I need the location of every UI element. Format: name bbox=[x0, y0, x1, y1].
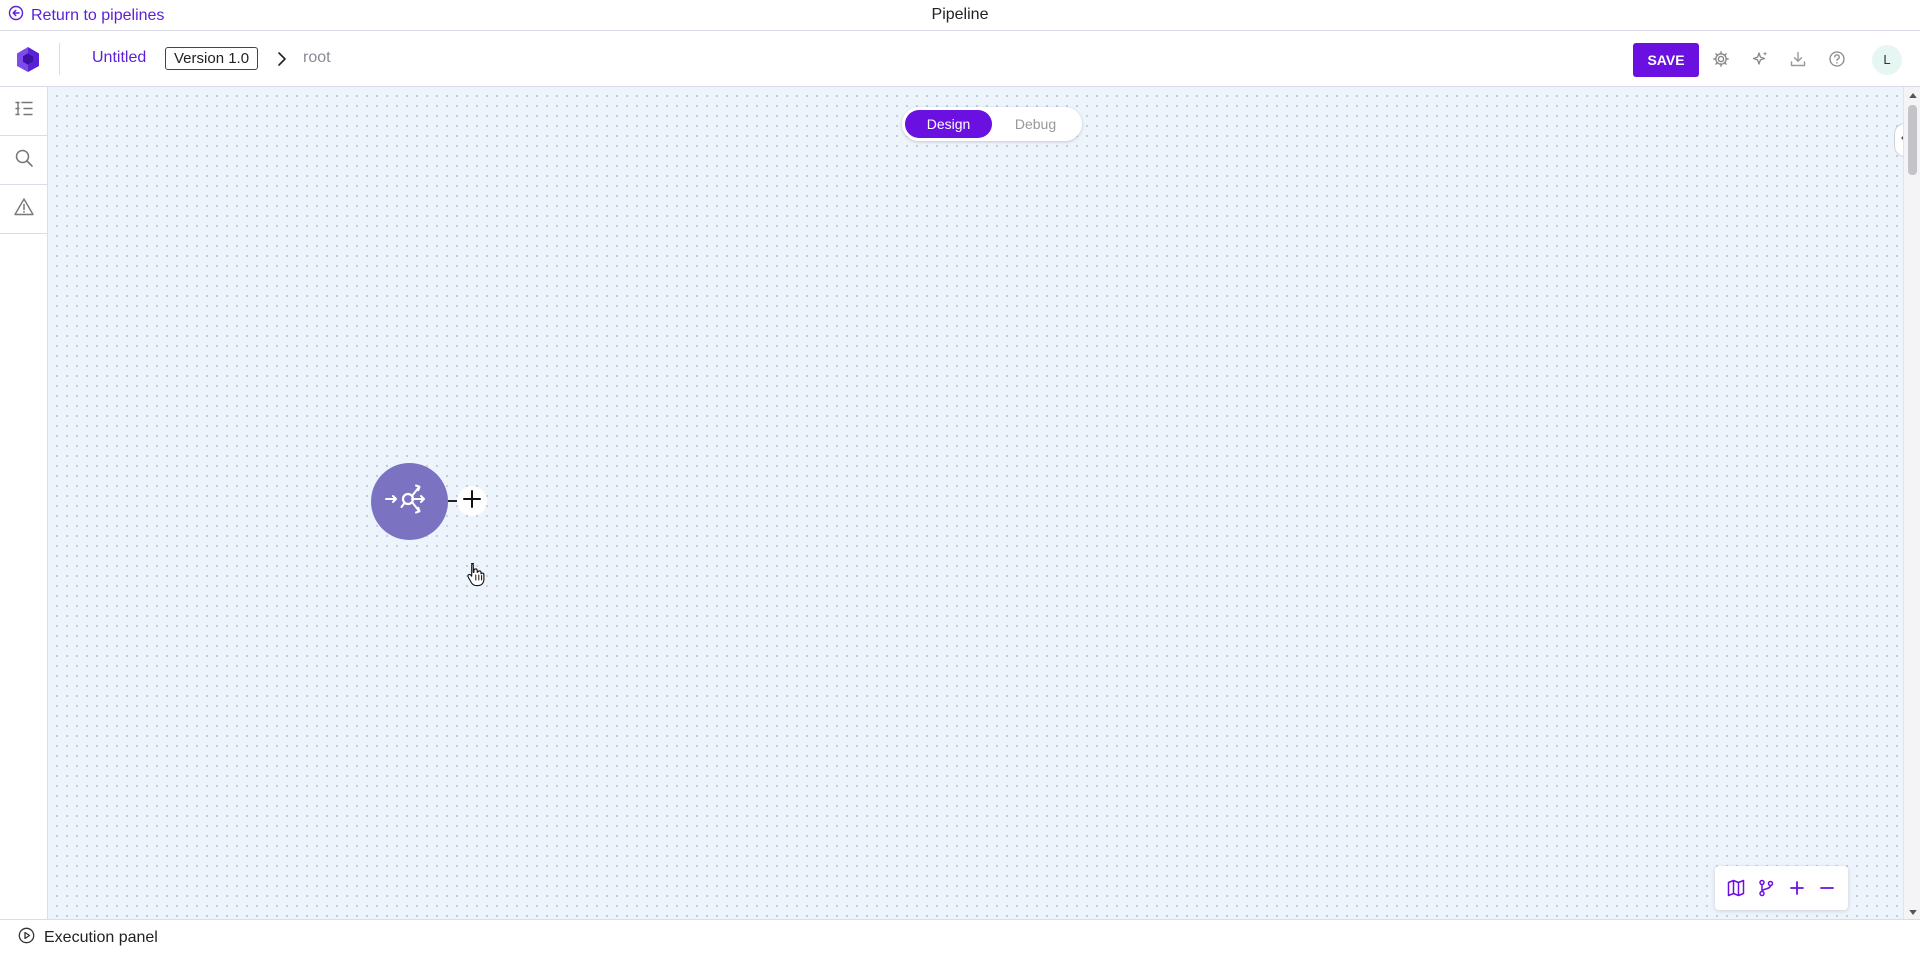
hand-cursor-icon bbox=[465, 561, 485, 587]
map-icon[interactable] bbox=[1723, 875, 1749, 901]
pipeline-name[interactable]: Untitled bbox=[92, 49, 146, 67]
outline-button[interactable] bbox=[0, 87, 48, 136]
warning-icon bbox=[13, 196, 35, 223]
top-bar: Return to pipelines Pipeline bbox=[0, 0, 1920, 31]
router-node-icon bbox=[383, 479, 437, 524]
settings-icon[interactable] bbox=[1710, 48, 1732, 70]
save-button[interactable]: SAVE bbox=[1633, 43, 1699, 77]
scroll-up-icon[interactable] bbox=[1908, 90, 1917, 100]
scroll-down-icon[interactable] bbox=[1908, 907, 1917, 917]
play-circle-icon bbox=[18, 927, 35, 949]
ai-sparkle-icon[interactable] bbox=[1749, 48, 1771, 70]
header: Untitled Version 1.0 root SAVE L bbox=[0, 31, 1920, 87]
design-mode-tab[interactable]: Design bbox=[905, 110, 992, 138]
pipeline-canvas[interactable]: Design Debug bbox=[48, 87, 1916, 919]
chevron-right-icon bbox=[275, 49, 289, 69]
canvas-controls bbox=[1715, 866, 1848, 910]
outline-icon bbox=[13, 98, 35, 125]
scrollbar-thumb[interactable] bbox=[1908, 105, 1917, 175]
add-node-button[interactable] bbox=[457, 486, 487, 516]
zoom-in-icon[interactable] bbox=[1784, 875, 1810, 901]
bottom-bar: Execution panel bbox=[0, 919, 1920, 953]
branch-icon[interactable] bbox=[1753, 875, 1779, 901]
plus-icon bbox=[461, 488, 483, 515]
help-icon[interactable] bbox=[1826, 48, 1848, 70]
download-icon[interactable] bbox=[1787, 48, 1809, 70]
debug-mode-tab[interactable]: Debug bbox=[992, 110, 1079, 138]
vertical-scrollbar[interactable] bbox=[1903, 87, 1920, 919]
search-button[interactable] bbox=[0, 136, 48, 185]
mode-toggle: Design Debug bbox=[902, 107, 1082, 141]
window-title: Pipeline bbox=[931, 6, 989, 23]
left-rail bbox=[0, 87, 48, 919]
header-divider bbox=[59, 43, 60, 75]
warnings-button[interactable] bbox=[0, 185, 48, 234]
zoom-out-icon[interactable] bbox=[1814, 875, 1840, 901]
node-connector bbox=[448, 500, 457, 502]
avatar[interactable]: L bbox=[1872, 45, 1902, 75]
breadcrumb-root[interactable]: root bbox=[303, 49, 331, 67]
search-icon bbox=[13, 147, 35, 174]
app-logo-icon[interactable] bbox=[14, 45, 42, 73]
version-badge[interactable]: Version 1.0 bbox=[165, 47, 259, 70]
execution-panel-label: Execution panel bbox=[44, 929, 158, 946]
execution-panel-toggle[interactable]: Execution panel bbox=[18, 927, 158, 949]
pipeline-node[interactable] bbox=[371, 463, 448, 540]
